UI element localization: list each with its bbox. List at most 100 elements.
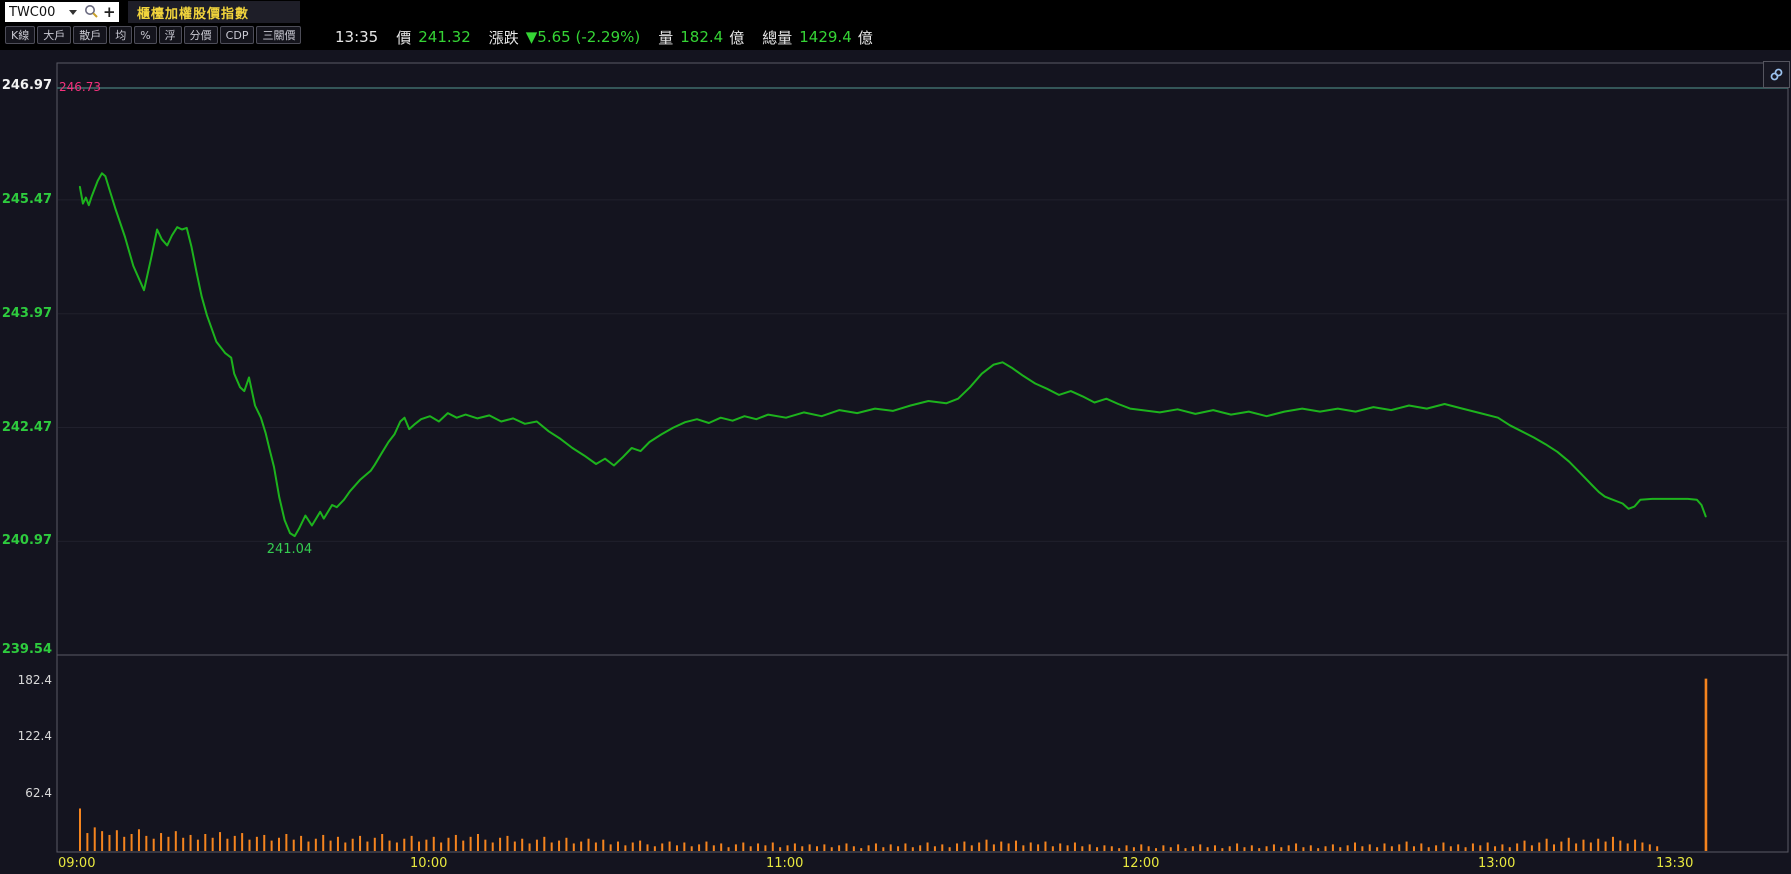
volume-bar [285,833,288,851]
volume-bar [550,842,553,851]
volume-bar [1014,840,1017,851]
volume-bar [359,835,362,851]
toolbar-button-9[interactable]: 三關價 [256,26,302,44]
volume-bar [491,842,494,851]
link-button[interactable] [1763,61,1790,88]
symbol-search-box[interactable]: + [5,2,119,22]
price-line [78,172,1707,538]
toolbar-button-1[interactable]: K線 [5,26,36,44]
volume-bar [1626,843,1629,851]
toolbar-button-5[interactable]: % [134,26,157,44]
volume-bar [314,838,317,851]
volume-bar [852,846,855,851]
volume-bar [1037,844,1040,851]
volume-bar [1280,847,1283,851]
volume-bar [447,837,450,851]
price-tick-243.97: 243.97 [1,305,52,321]
time-tick-10:00: 10:00 [409,856,448,871]
volume-bar [1265,846,1268,851]
volume-bar [1309,845,1312,851]
intraday-chart[interactable] [0,50,1791,874]
tab-index-name[interactable]: 櫃檯加權股價指數 [128,1,300,23]
volume-bar [911,847,914,851]
volume-bar [1125,845,1128,851]
volume-bar [727,847,730,851]
price-tick-240.97: 240.97 [1,533,52,549]
volume-bar [941,844,944,851]
volume-bar [108,834,111,851]
closing-auction-volume-bar [1704,678,1708,851]
volume-bar [1339,847,1342,851]
add-symbol-button[interactable]: + [103,4,116,20]
toolbar-button-7[interactable]: 分價 [183,26,218,44]
toolbar-button-6[interactable]: 浮 [158,26,182,44]
symbol-input[interactable] [9,4,61,20]
volume-bar [270,840,273,851]
volume-bar [1000,841,1003,851]
volume-bar [204,833,207,851]
volume-bar [410,835,413,851]
volume-bar [476,833,479,851]
search-icon[interactable] [84,3,98,22]
volume-bar [956,843,959,851]
chart-region: 246.97 245.47 243.97 242.47 240.97 239.54 182… [0,50,1791,874]
toolbar-button-3[interactable]: 散戶 [73,26,108,44]
volume-bar [1420,843,1423,851]
volume-bar [1272,844,1275,851]
volume-bar [874,843,877,851]
volume-bar [816,846,818,851]
volume-bar [152,838,155,851]
volume-bar [167,836,170,851]
toolbar-button-4[interactable]: 均 [109,26,133,44]
volume-bar [255,836,258,851]
volume-bar [366,841,369,851]
volume-bar [771,842,774,851]
volume-bar [1213,845,1216,851]
time-tick-13:00: 13:00 [1477,856,1516,871]
toolbar-button-2[interactable]: 大戶 [37,26,72,44]
trading-app-window: + 櫃檯加權股價指數 K線大戶散戶均%浮分價CDP三關價 13:35 價 241… [0,0,1791,874]
volume-bar [101,831,104,851]
volume-bar [174,831,177,851]
volume-bar [830,847,833,851]
symbol-dropdown-icon[interactable] [69,9,77,15]
volume-bar [1479,845,1482,851]
volume-bar [233,835,236,851]
volume-bar [1634,839,1637,851]
volume-bar [1442,842,1445,851]
volume-bar [594,842,597,851]
volume-bar [712,845,715,851]
volume-bar [1435,845,1438,851]
volume-bar [137,829,140,851]
volume-bar [1589,842,1592,851]
volume-bar [499,837,502,851]
volume-bar [454,834,457,851]
volume-bar [963,841,966,851]
volume-bar [1619,840,1622,851]
volume-bar [1530,845,1533,851]
volume-bar [93,827,96,851]
price-tick-246.97: 246.97 [1,78,52,93]
volume-bar [1545,838,1548,851]
volume-bar [1302,847,1305,851]
volume-bar [580,841,583,851]
volume-bar [675,845,678,851]
volume-bar [1317,848,1320,851]
volume-bar [513,841,516,851]
volume-bar [1405,841,1408,851]
volume-bar [749,846,752,851]
volume-bar [1427,847,1430,851]
volume-bar [889,844,892,851]
volume-bar [462,840,465,851]
day-low-annotation: 241.04 [266,542,313,558]
volume-bar [1250,845,1253,851]
volume-bar [521,838,524,851]
volume-bar [845,843,848,851]
volume-bar [1464,847,1467,851]
volume-bar [381,833,384,851]
volume-bar [1383,843,1386,851]
volume-bar [1457,844,1460,851]
status-time: 13:35 [335,28,379,46]
toolbar-button-8[interactable]: CDP [219,26,255,44]
volume-bar [351,838,354,851]
